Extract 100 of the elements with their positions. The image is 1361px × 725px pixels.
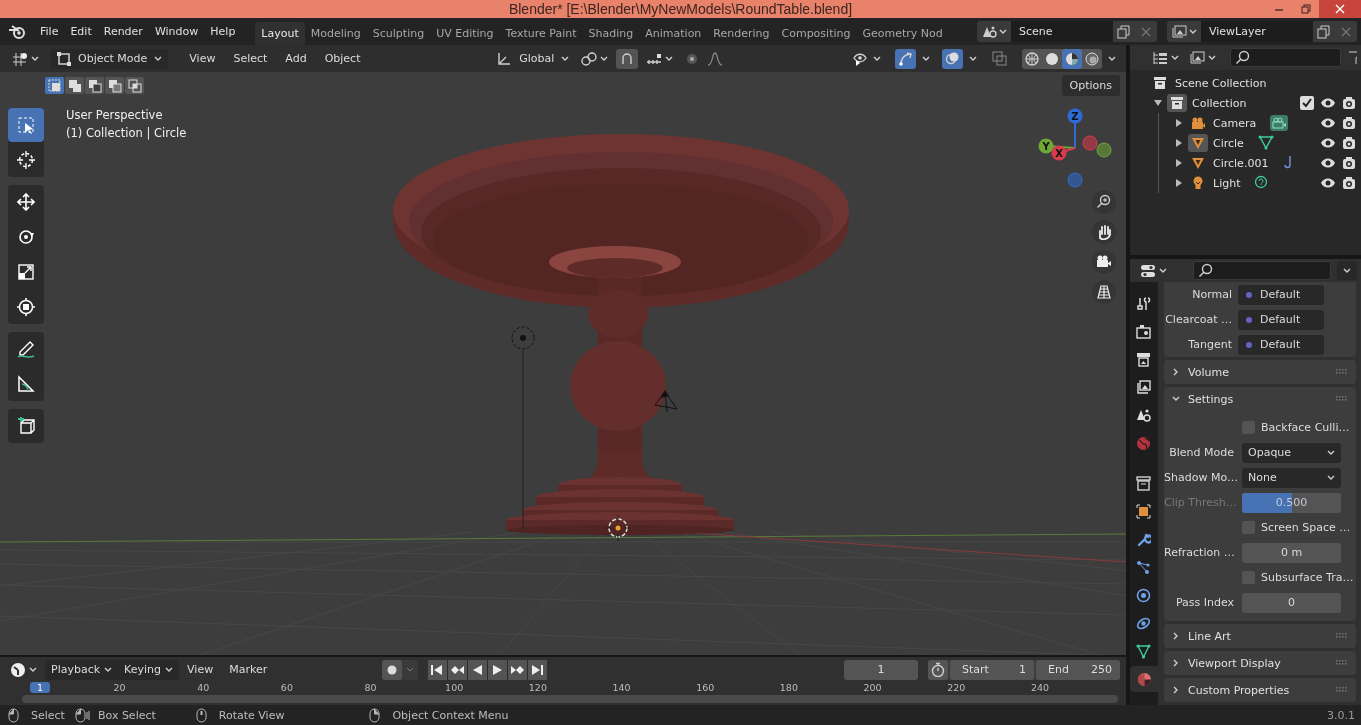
property-label: Blend Mode (1168, 446, 1235, 459)
menu-item[interactable]: Help (204, 22, 242, 41)
frame-number: 100 (445, 682, 464, 693)
property-label: Clip Thresh… (1164, 496, 1238, 509)
panel-title: Viewport Display (1188, 656, 1281, 670)
field-value: Default (1260, 338, 1301, 351)
panel-header[interactable]: Line Art (1164, 624, 1356, 648)
frame-number: 120 (528, 682, 547, 693)
outliner-item[interactable]: Camera (1213, 116, 1257, 130)
frame-number: 80 (364, 682, 377, 693)
frame-number: 220 (947, 682, 966, 693)
outliner-item[interactable]: Collection (1192, 96, 1247, 110)
field-value: None (1248, 471, 1277, 484)
frame-number: 20 (113, 682, 126, 693)
menu-item[interactable]: Window (148, 22, 205, 41)
outliner-item[interactable]: Circle (1213, 136, 1244, 150)
field-value: Default (1260, 313, 1301, 326)
field-label: End (1048, 661, 1069, 678)
options-dropdown[interactable]: Options (1061, 75, 1120, 96)
axis-label: Y (1042, 140, 1050, 152)
axis-label: X (1055, 147, 1063, 159)
field-label: Start (962, 661, 989, 678)
menu-item[interactable]: Marker (221, 660, 276, 679)
end-frame-field[interactable]: End 250 (1036, 659, 1120, 680)
axis-label: Z (1071, 110, 1079, 122)
workspace-tab[interactable]: Compositing (775, 22, 857, 45)
property-label: Refraction … (1164, 546, 1236, 559)
workspace-tab[interactable]: Layout (255, 22, 305, 45)
frame-number: 240 (1030, 682, 1050, 693)
panel-title: Volume (1188, 365, 1229, 379)
start-frame-field[interactable]: Start 1 (950, 659, 1034, 680)
checkbox-label: Screen Space … (1261, 521, 1351, 534)
status-hint: Select (31, 708, 65, 722)
panel-header[interactable]: Volume (1164, 360, 1356, 384)
field-value: Default (1260, 288, 1301, 301)
workspace-tab[interactable]: Modeling (304, 22, 367, 45)
menu-item[interactable]: View (182, 49, 223, 68)
number-field[interactable]: 0 (1242, 592, 1341, 613)
workspace-tab[interactable]: Texture Paint (499, 22, 583, 45)
property-label: Tangent (1187, 338, 1233, 351)
field-value: Opaque (1248, 446, 1292, 459)
menu-item[interactable]: View (179, 660, 222, 679)
field-value: 1 (1019, 661, 1026, 678)
workspace-tab[interactable]: Shading (582, 22, 640, 45)
checkbox-label: Subsurface Tra… (1261, 571, 1354, 584)
frame-number: 60 (280, 682, 293, 693)
orientation-dropdown[interactable]: Global (492, 48, 574, 69)
panel-title: Custom Properties (1188, 683, 1290, 697)
number-field[interactable]: 0 m (1242, 542, 1341, 563)
view-name: User Perspective (66, 107, 164, 124)
menu-item[interactable]: Edit (64, 22, 98, 41)
socket-field[interactable]: Default (1238, 334, 1324, 355)
outliner-item[interactable]: Light (1213, 176, 1241, 190)
menu-item[interactable]: Object (317, 49, 368, 68)
field-value: 250 (1091, 661, 1112, 678)
socket-field[interactable]: Default (1238, 284, 1324, 305)
workspace-tab[interactable]: Sculpting (366, 22, 431, 45)
menu-label: Playback (51, 663, 101, 676)
active-object-label: (1) Collection | Circle (66, 125, 187, 142)
menu-item[interactable]: File (34, 22, 65, 41)
property-label: Clearcoat … (1164, 313, 1233, 326)
frame-number: 200 (863, 682, 882, 693)
menu-label: Keying (124, 663, 162, 676)
status-hint: Rotate View (218, 708, 285, 722)
panel-header[interactable]: Settings (1164, 387, 1356, 411)
dropdown[interactable]: Opaque (1242, 442, 1341, 463)
menu-item[interactable]: Select (226, 49, 275, 68)
outliner-item[interactable]: Circle.001 (1213, 156, 1269, 170)
status-hint: Object Context Menu (392, 708, 509, 722)
mode-label: Object Mode (77, 52, 149, 65)
panel-header[interactable]: Custom Properties (1164, 678, 1356, 702)
version-label: 3.0.1 (1327, 708, 1355, 722)
frame-number: 40 (197, 682, 210, 693)
orientation-label: Global (518, 52, 556, 65)
current-frame-field[interactable]: 1 (844, 659, 918, 680)
menu-dropdown[interactable]: Keying (118, 659, 180, 680)
workspace-tab[interactable]: Rendering (707, 22, 776, 45)
frame-number: 140 (612, 682, 631, 693)
mode-dropdown[interactable]: Object Mode (51, 48, 169, 69)
status-hint: Box Select (97, 708, 156, 722)
menu-item[interactable]: Render (97, 22, 149, 41)
view-layer-name-field[interactable]: ViewLayer (1201, 21, 1313, 42)
scene-name-field[interactable]: Scene (1011, 21, 1113, 42)
property-label: Pass Index (1174, 596, 1235, 609)
dropdown[interactable]: None (1242, 467, 1341, 488)
workspace-tab[interactable]: Animation (639, 22, 708, 45)
frame-number: 160 (696, 682, 715, 693)
workspace-tab[interactable]: UV Editing (430, 22, 500, 45)
workspace-tab[interactable]: Geometry Nod (856, 22, 949, 45)
checkbox-label: Backface Culli… (1261, 421, 1350, 434)
socket-field[interactable]: Default (1238, 309, 1324, 330)
panel-header[interactable]: Viewport Display (1164, 651, 1356, 675)
panel-title: Settings (1188, 392, 1234, 406)
menu-dropdown[interactable]: Playback (45, 659, 119, 680)
menu-item[interactable]: Add (278, 49, 314, 68)
frame-number: 180 (779, 682, 798, 693)
panel-title: Line Art (1188, 629, 1231, 643)
outliner-item[interactable]: Scene Collection (1175, 76, 1267, 90)
window-title: Blender* [E:\Blender\MyNewModels\RoundTable.blend] (508, 0, 853, 18)
playhead-frame[interactable]: 1 (30, 682, 50, 693)
